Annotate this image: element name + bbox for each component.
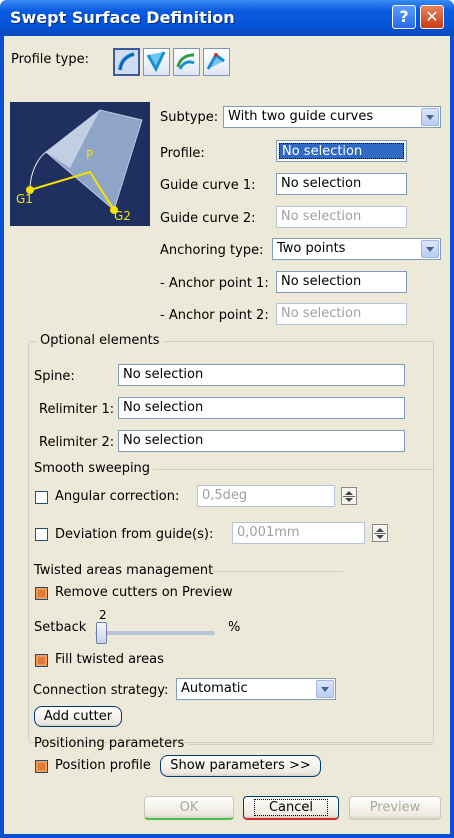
connection-strategy-value: Automatic <box>181 681 248 696</box>
relimiter-2-label: Relimiter 2: <box>39 435 115 450</box>
twisted-areas-title: Twisted areas management <box>34 563 214 578</box>
chevron-down-icon[interactable] <box>421 108 439 126</box>
deviation-spinner[interactable] <box>372 524 388 542</box>
setback-value: 2 <box>99 608 107 622</box>
close-button[interactable]: ✕ <box>420 5 444 29</box>
smooth-sweeping-divider <box>153 469 433 470</box>
line-profile-icon[interactable] <box>143 48 170 76</box>
anchor-point-2-field[interactable]: No selection <box>276 303 407 325</box>
profile-field[interactable]: No selection <box>276 140 407 162</box>
dialog-title: Swept Surface Definition <box>10 8 235 27</box>
subtype-value: With two guide curves <box>228 109 374 124</box>
guide-curve-2-label: Guide curve 2: <box>160 211 256 226</box>
anchoring-type-value: Two points <box>277 241 346 256</box>
relimiter-1-label: Relimiter 1: <box>39 402 115 417</box>
optional-elements-title: Optional elements <box>36 333 164 348</box>
preview-label-g1: G1 <box>16 192 33 206</box>
title-bar[interactable]: Swept Surface Definition ? ✕ <box>0 0 454 36</box>
anchoring-type-label: Anchoring type: <box>160 243 264 258</box>
profile-type-label: Profile type: <box>11 52 89 67</box>
deviation-label: Deviation from guide(s): <box>55 527 214 542</box>
anchor-point-1-label: - Anchor point 1: <box>160 276 269 291</box>
remove-cutters-checkbox[interactable] <box>35 587 48 600</box>
deviation-checkbox[interactable] <box>35 528 48 541</box>
chevron-down-icon[interactable] <box>421 240 439 258</box>
position-profile-label: Position profile <box>55 758 151 773</box>
positioning-title: Positioning parameters <box>34 736 185 751</box>
relimiter-2-field[interactable]: No selection <box>118 430 405 452</box>
fill-twisted-label: Fill twisted areas <box>55 652 164 667</box>
guide-curve-1-field[interactable]: No selection <box>276 173 407 195</box>
twisted-areas-divider <box>213 571 343 572</box>
setback-label: Setback <box>34 620 87 635</box>
chevron-down-icon[interactable] <box>316 680 334 698</box>
subtype-label: Subtype: <box>160 110 219 125</box>
angular-correction-checkbox[interactable] <box>35 491 48 504</box>
preview-label-g2: G2 <box>114 209 131 223</box>
spine-field[interactable]: No selection <box>118 364 405 386</box>
help-button[interactable]: ? <box>392 5 416 29</box>
conic-profile-icon[interactable] <box>203 48 230 76</box>
anchor-point-2-label: - Anchor point 2: <box>160 308 269 323</box>
fill-twisted-checkbox[interactable] <box>35 654 48 667</box>
guide-curve-1-label: Guide curve 1: <box>160 178 256 193</box>
angular-correction-label: Angular correction: <box>55 489 180 504</box>
angular-correction-field[interactable]: 0,5deg <box>197 485 335 507</box>
deviation-field[interactable]: 0,001mm <box>232 522 365 544</box>
anchor-point-1-field[interactable]: No selection <box>276 271 407 293</box>
connection-strategy-dropdown[interactable]: Automatic <box>176 678 336 700</box>
relimiter-1-field[interactable]: No selection <box>118 397 405 419</box>
add-cutter-button[interactable]: Add cutter <box>34 706 122 727</box>
profile-value: No selection <box>279 143 404 159</box>
anchoring-type-dropdown[interactable]: Two points <box>272 238 441 260</box>
cancel-label: Cancel <box>253 799 329 816</box>
guide-curve-2-field[interactable]: No selection <box>276 206 407 228</box>
positioning-divider <box>189 744 433 745</box>
preview-button[interactable]: Preview <box>349 796 441 820</box>
sweep-preview-image: P G1 G2 <box>10 102 150 226</box>
profile-label: Profile: <box>160 146 205 161</box>
setback-slider-track[interactable] <box>95 631 215 635</box>
setback-slider-thumb[interactable] <box>96 622 107 644</box>
cancel-button[interactable]: Cancel <box>243 796 339 820</box>
circle-profile-icon[interactable] <box>173 48 200 76</box>
remove-cutters-label: Remove cutters on Preview <box>55 585 233 600</box>
spine-label: Spine: <box>34 369 75 384</box>
show-parameters-button[interactable]: Show parameters >> <box>160 755 321 777</box>
smooth-sweeping-title: Smooth sweeping <box>34 461 151 476</box>
angular-correction-spinner[interactable] <box>341 487 357 505</box>
connection-strategy-label: Connection strategy: <box>33 683 169 698</box>
explicit-profile-icon[interactable] <box>113 48 140 76</box>
preview-label-p: P <box>86 148 94 162</box>
position-profile-checkbox[interactable] <box>35 760 48 773</box>
ok-button[interactable]: OK <box>144 796 234 820</box>
subtype-dropdown[interactable]: With two guide curves <box>223 106 441 128</box>
setback-unit: % <box>228 620 241 635</box>
